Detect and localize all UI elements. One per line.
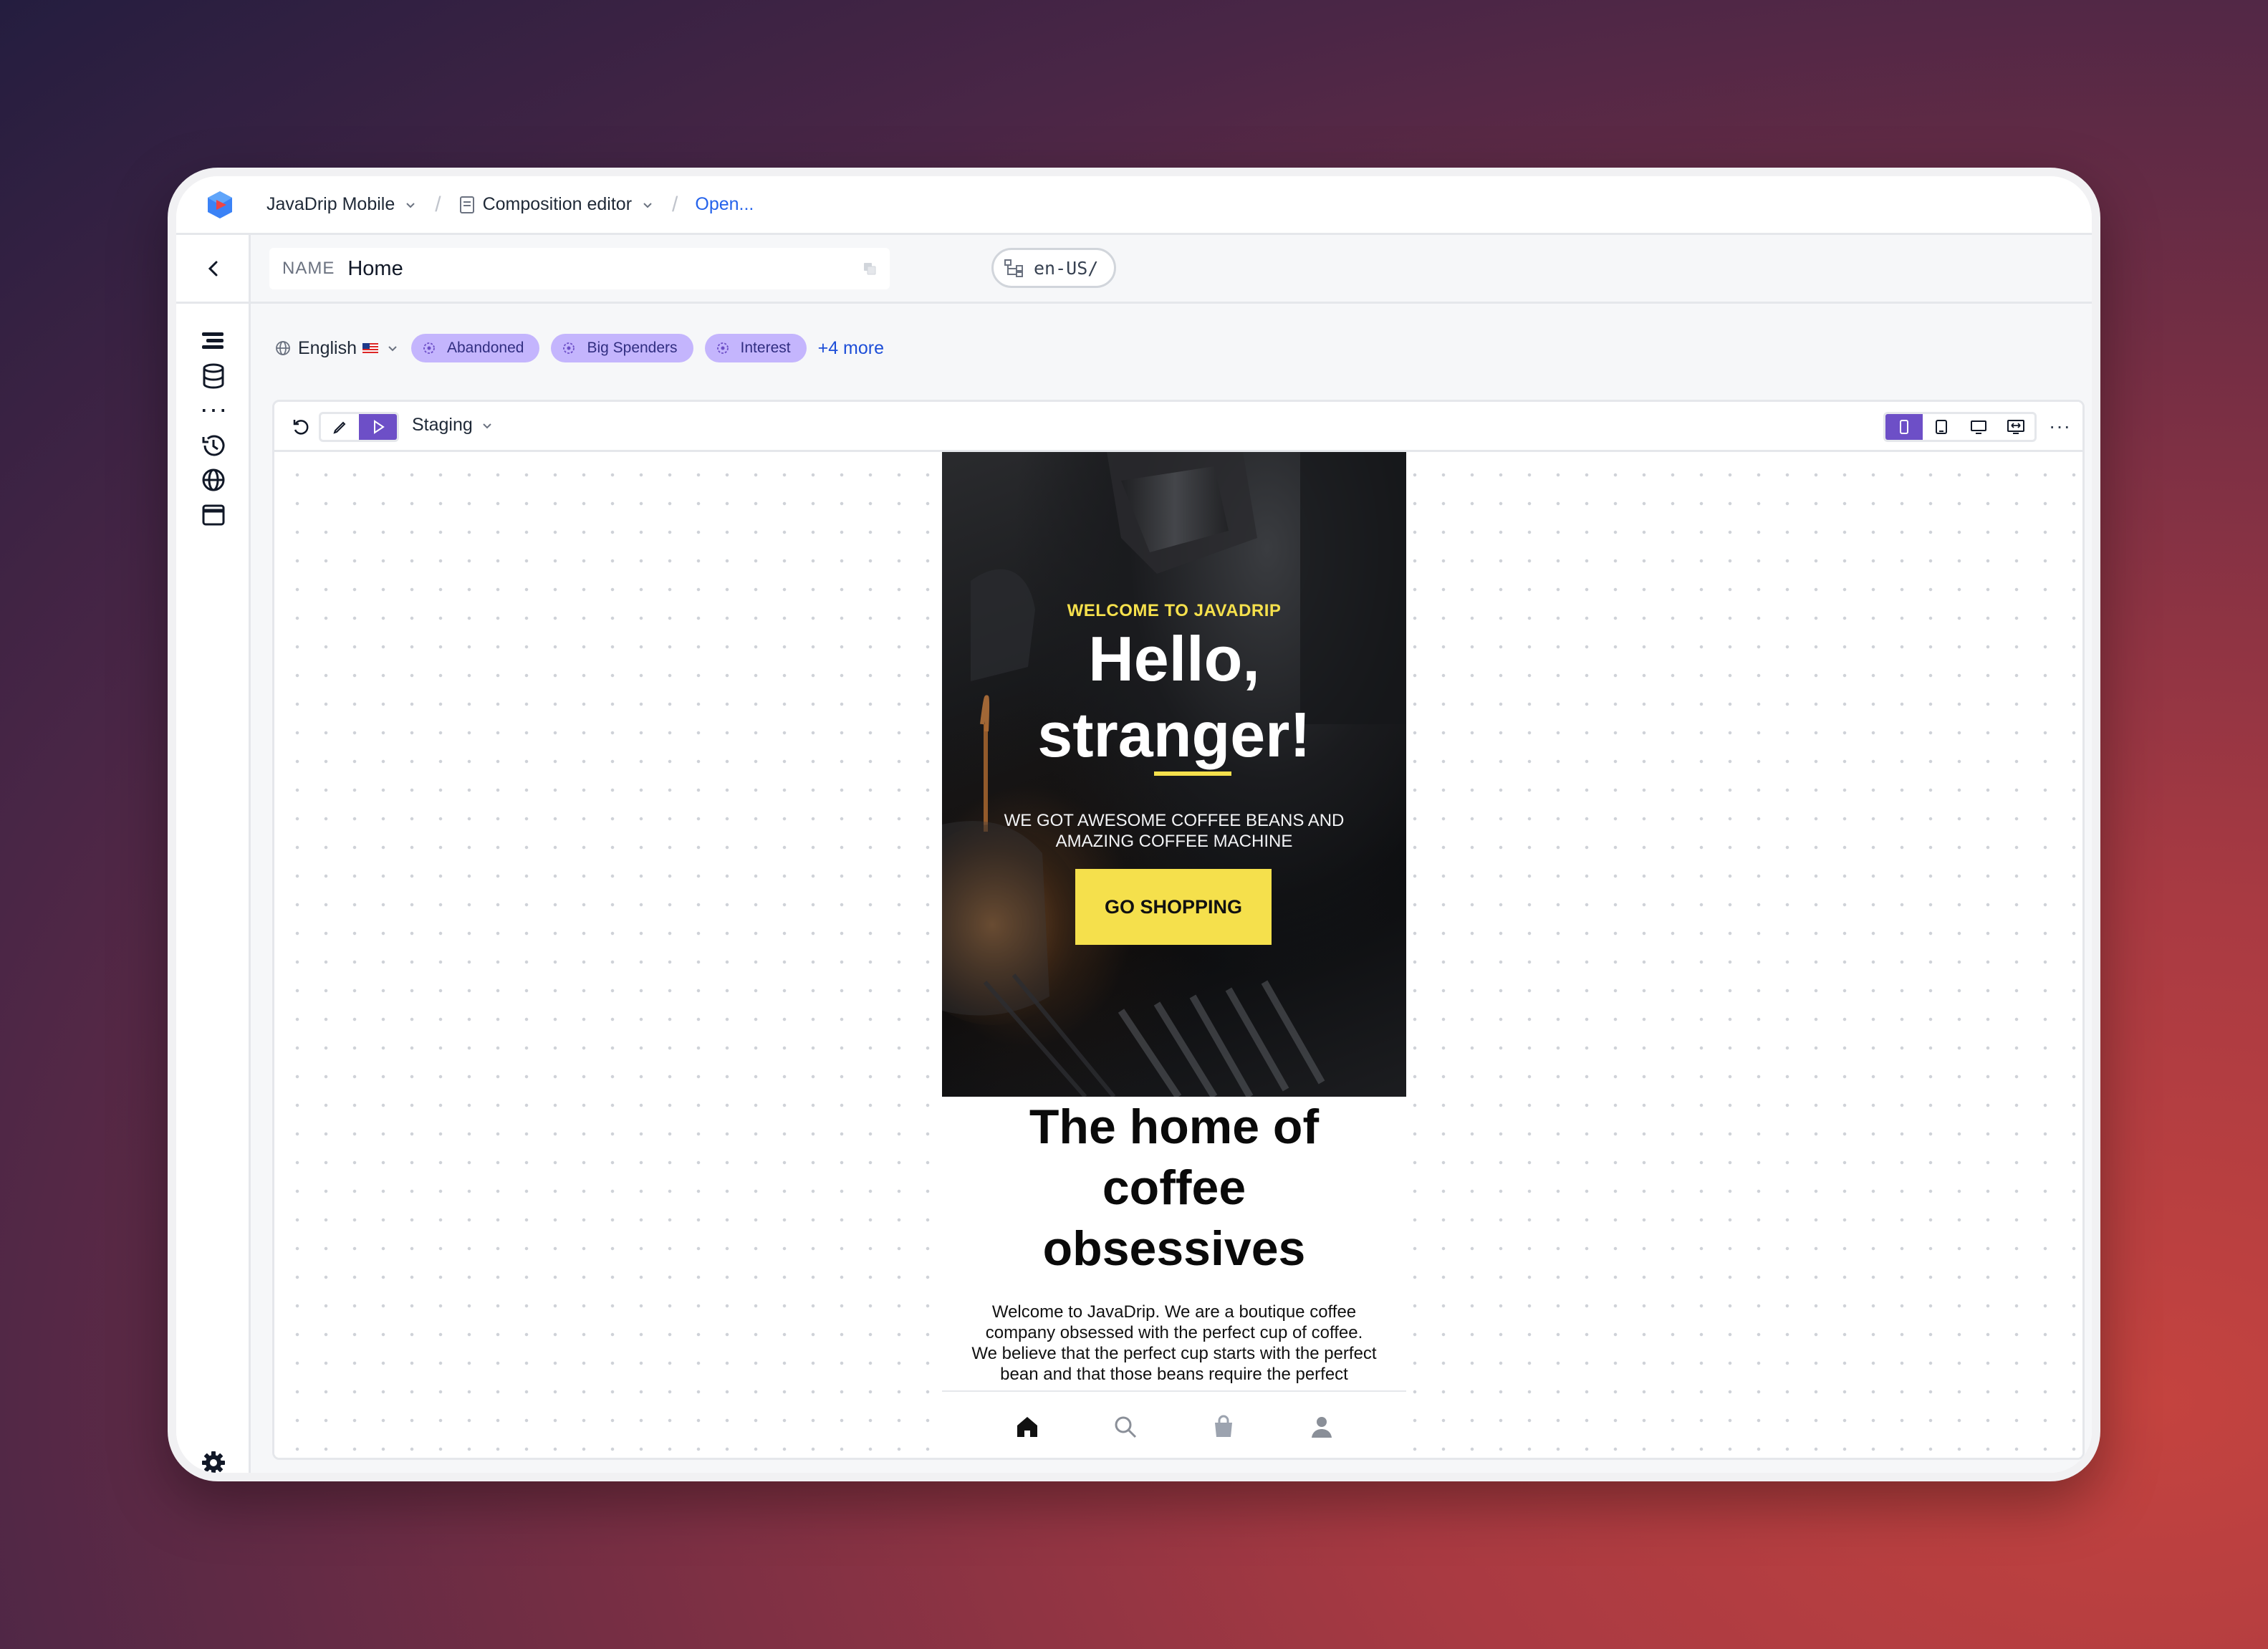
chevron-down-icon xyxy=(643,202,652,208)
edit-mode-button[interactable] xyxy=(321,414,359,440)
editor-selector[interactable]: Composition editor xyxy=(458,194,655,215)
section-body: Welcome to JavaDrip. We are a boutique c… xyxy=(971,1302,1377,1388)
tab-profile[interactable] xyxy=(1306,1411,1337,1443)
copy-icon[interactable] xyxy=(862,261,877,276)
path-text: en-US/ xyxy=(1034,257,1099,279)
main-area: English Abandoned Big Spenders Interest … xyxy=(251,304,2092,1473)
app-window: JavaDrip Mobile / Composition editor / O… xyxy=(168,168,2100,1481)
tab-shop[interactable] xyxy=(1208,1411,1239,1443)
audience-chip[interactable]: Interest xyxy=(704,334,807,362)
pencil-icon xyxy=(332,421,345,434)
filter-row: English Abandoned Big Spenders Interest … xyxy=(275,334,884,362)
mobile-tab-bar xyxy=(942,1390,1406,1458)
back-button[interactable] xyxy=(176,235,251,304)
project-name: JavaDrip Mobile xyxy=(266,194,395,214)
chip-label: Abandoned xyxy=(447,340,524,356)
preview-toolbar: Staging ··· xyxy=(274,402,2082,452)
sidebar: {···} xyxy=(176,235,251,1473)
project-selector[interactable]: JavaDrip Mobile xyxy=(266,194,418,215)
document-icon xyxy=(459,196,474,213)
name-label: NAME xyxy=(282,259,335,278)
name-bar: NAME Home en-US/ xyxy=(251,235,2092,304)
window-icon[interactable] xyxy=(199,501,228,529)
hero-banner: WELCOME TO JAVADRIP Hello, stranger! WE … xyxy=(942,452,1406,1097)
name-field[interactable]: NAME Home xyxy=(269,248,890,289)
preview-canvas: WELCOME TO JAVADRIP Hello, stranger! WE … xyxy=(274,452,2082,1458)
chip-label: Interest xyxy=(740,340,791,356)
locale-selector[interactable]: English xyxy=(275,338,400,359)
tablet-icon xyxy=(1936,420,1947,434)
history-icon[interactable] xyxy=(199,431,228,460)
responsive-icon xyxy=(2007,420,2024,434)
hero-kicker: WELCOME TO JAVADRIP xyxy=(1067,601,1282,620)
braces-icon[interactable]: {···} xyxy=(199,396,228,425)
globe-icon[interactable] xyxy=(199,466,228,494)
hero-subheading: WE GOT AWESOME COFFEE BEANS AND AMAZING … xyxy=(1004,811,1345,851)
breadcrumb-separator: / xyxy=(435,192,441,216)
headline-underline xyxy=(1154,771,1231,776)
headline-line: stranger! xyxy=(1037,699,1311,770)
section-title: The home of coffee obsessives xyxy=(1029,1100,1320,1276)
go-shopping-button[interactable]: GO SHOPPING xyxy=(1075,869,1272,945)
desktop-icon xyxy=(1971,420,1986,434)
path-pill[interactable]: en-US/ xyxy=(991,248,1116,288)
sitemap-icon xyxy=(1004,259,1023,277)
user-icon xyxy=(1311,1417,1332,1438)
preview-mode-button[interactable] xyxy=(359,414,397,440)
globe-icon xyxy=(276,341,290,355)
home-icon xyxy=(1017,1417,1037,1437)
editor-name: Composition editor xyxy=(482,194,633,214)
environment-selector[interactable]: Staging xyxy=(412,415,494,436)
breadcrumb-separator: / xyxy=(672,192,678,216)
target-icon xyxy=(563,342,575,354)
headline-line: Hello, xyxy=(1088,623,1260,694)
chevron-down-icon xyxy=(406,202,415,208)
refresh-icon[interactable] xyxy=(290,416,312,438)
more-options-button[interactable]: ··· xyxy=(2049,415,2071,438)
svg-text:{···}: {···} xyxy=(199,403,228,420)
device-tablet-button[interactable] xyxy=(1923,414,1960,440)
open-link[interactable]: Open... xyxy=(695,194,754,215)
play-icon xyxy=(373,420,385,434)
environment-label: Staging xyxy=(412,415,473,435)
device-responsive-button[interactable] xyxy=(1997,414,2034,440)
audience-chip[interactable]: Abandoned xyxy=(411,334,540,362)
database-icon[interactable] xyxy=(199,362,228,390)
layers-icon[interactable] xyxy=(199,327,228,355)
settings-icon[interactable] xyxy=(199,1448,228,1477)
chevron-down-icon xyxy=(388,346,397,352)
bag-icon xyxy=(1214,1415,1232,1437)
app-logo-icon[interactable] xyxy=(205,190,235,220)
preview-panel: Staging ··· WELCOME TO JAVADRIP Hello, s… xyxy=(272,400,2085,1460)
more-audiences-link[interactable]: +4 more xyxy=(818,338,884,359)
tab-search[interactable] xyxy=(1110,1411,1141,1443)
search-icon xyxy=(1115,1416,1136,1438)
locale-label: English xyxy=(298,337,357,358)
device-desktop-button[interactable] xyxy=(1960,414,1997,440)
device-mobile-button[interactable] xyxy=(1885,414,1923,440)
name-value[interactable]: Home xyxy=(347,257,403,281)
chevron-down-icon xyxy=(483,423,491,428)
mobile-icon xyxy=(1900,420,1908,434)
audience-chip[interactable]: Big Spenders xyxy=(551,334,693,362)
top-bar: JavaDrip Mobile / Composition editor / O… xyxy=(176,176,2092,235)
device-switcher xyxy=(1883,412,2037,442)
chip-label: Big Spenders xyxy=(587,340,678,356)
mode-toggle xyxy=(319,412,399,442)
back-icon xyxy=(208,261,218,276)
hero-headline: Hello, stranger! xyxy=(942,621,1406,773)
target-icon xyxy=(716,342,729,354)
tab-home[interactable] xyxy=(1012,1411,1043,1443)
target-icon xyxy=(423,342,435,354)
us-flag-icon xyxy=(362,343,378,353)
mobile-preview: WELCOME TO JAVADRIP Hello, stranger! WE … xyxy=(942,452,1406,1458)
